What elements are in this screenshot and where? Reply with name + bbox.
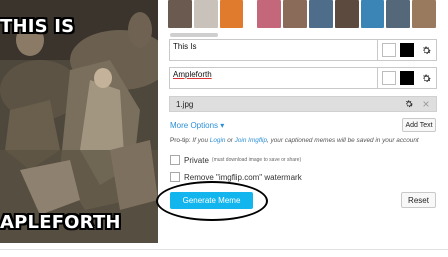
template-thumb-10[interactable] xyxy=(412,0,437,28)
gear-icon[interactable] xyxy=(403,98,415,110)
private-option[interactable]: Private (must download image to save or … xyxy=(170,155,301,165)
reset-button[interactable]: Reset xyxy=(401,192,436,208)
image-layer-row[interactable]: 1.jpg × xyxy=(169,96,437,112)
template-strip xyxy=(168,0,437,32)
text-color-white-swatch[interactable] xyxy=(382,71,396,85)
join-link[interactable]: Join Imgflip xyxy=(235,137,267,144)
meme-preview: THIS IS APLEFORTH xyxy=(0,0,158,243)
meme-bottom-caption: APLEFORTH xyxy=(0,212,121,233)
gear-icon[interactable] xyxy=(419,71,433,85)
meme-top-caption: THIS IS xyxy=(0,16,75,37)
text-color-white-swatch[interactable] xyxy=(382,43,396,57)
more-options-link[interactable]: More Options ▾ xyxy=(170,121,224,130)
private-checkbox[interactable] xyxy=(170,155,180,165)
watermark-option[interactable]: Remove "imgflip.com" watermark xyxy=(170,172,302,182)
template-thumb-1[interactable] xyxy=(168,0,192,28)
text-box-2-input[interactable]: Ampleforth xyxy=(170,68,378,88)
template-thumb-6[interactable] xyxy=(308,0,333,28)
watermark-checkbox[interactable] xyxy=(170,172,180,182)
template-thumb-2[interactable] xyxy=(193,0,218,28)
template-thumb-5[interactable] xyxy=(283,0,307,28)
private-label: Private xyxy=(184,155,209,165)
template-thumb-3[interactable] xyxy=(219,0,244,28)
add-text-button[interactable]: Add Text xyxy=(402,118,436,132)
divider xyxy=(0,249,448,250)
template-thumb-8[interactable] xyxy=(360,0,385,28)
template-thumb-9[interactable] xyxy=(386,0,411,28)
protip-label: Pro-tip: xyxy=(170,137,191,144)
text-box-1-input[interactable]: This Is xyxy=(170,40,378,60)
protip-prefix: If you xyxy=(190,137,210,144)
protip-text: Pro-tip: If you Login or Join Imgflip, y… xyxy=(170,137,438,144)
template-thumb-4[interactable] xyxy=(257,0,282,28)
text-box-1: This Is xyxy=(169,39,437,61)
close-icon[interactable]: × xyxy=(420,98,432,110)
outline-color-black-swatch[interactable] xyxy=(400,71,414,85)
meme-generator: THIS IS APLEFORTH This Is Ampleforth 1.j… xyxy=(0,0,448,257)
protip-suffix: , your captioned memes will be saved in … xyxy=(267,137,419,144)
text-box-2-value: Ampleforth xyxy=(173,70,212,79)
template-thumb-7[interactable] xyxy=(334,0,359,28)
gear-icon[interactable] xyxy=(419,43,433,57)
thumb-gap xyxy=(245,0,255,32)
image-filename: 1.jpg xyxy=(176,99,194,109)
outline-color-black-swatch[interactable] xyxy=(400,43,414,57)
highlight-ellipse xyxy=(156,181,268,221)
watermark-label: Remove "imgflip.com" watermark xyxy=(184,172,302,182)
protip-or: or xyxy=(225,137,235,144)
login-link[interactable]: Login xyxy=(210,137,226,144)
template-strip-scrollbar[interactable] xyxy=(170,33,218,37)
text-box-2: Ampleforth xyxy=(169,67,437,89)
private-note: (must download image to save or share) xyxy=(211,157,302,163)
